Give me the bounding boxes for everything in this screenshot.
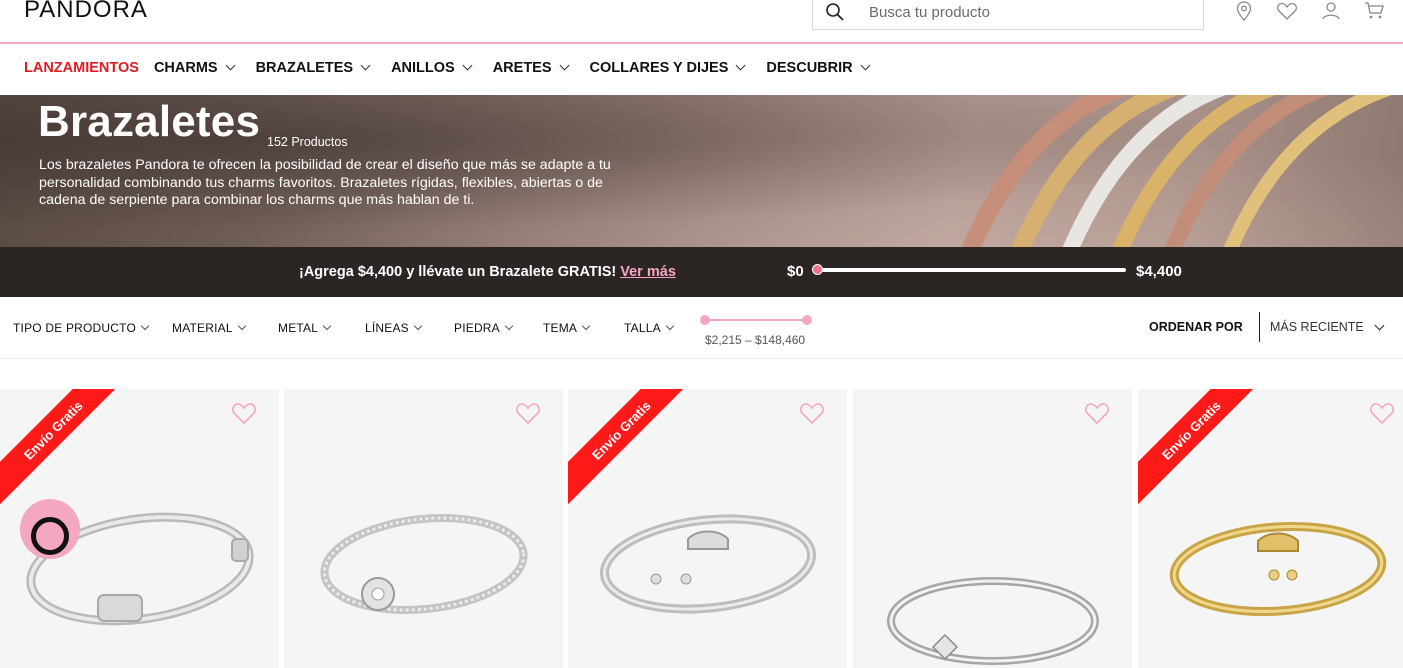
product-card[interactable] bbox=[284, 389, 563, 668]
chevron-down-icon bbox=[504, 321, 514, 331]
progress-min-label: $0 bbox=[787, 263, 804, 280]
promo-text: ¡Agrega $4,400 y llévate un Brazalete GR… bbox=[299, 264, 617, 280]
filter-material[interactable]: MATERIAL bbox=[172, 321, 246, 335]
wishlist-heart-icon[interactable] bbox=[799, 401, 825, 425]
progress-max-label: $4,400 bbox=[1136, 263, 1182, 280]
sort-select[interactable]: MÁS RECIENTE bbox=[1270, 320, 1364, 334]
top-header: PANDORA bbox=[0, 0, 1403, 44]
chevron-down-icon bbox=[665, 321, 675, 331]
logo-crown-icon bbox=[82, 0, 92, 3]
chevron-down-icon bbox=[462, 60, 473, 71]
nav-item-aretes[interactable]: ARETES bbox=[492, 58, 569, 78]
chevron-down-icon bbox=[225, 60, 236, 71]
filter-tema[interactable]: TEMA bbox=[543, 321, 591, 335]
filter-piedra[interactable]: PIEDRA bbox=[454, 321, 514, 335]
filter-talla[interactable]: TALLA bbox=[624, 321, 675, 335]
product-card[interactable] bbox=[853, 389, 1132, 668]
sort-label: ORDENAR POR bbox=[1149, 320, 1243, 334]
product-image bbox=[320, 514, 528, 614]
chevron-down-icon bbox=[360, 60, 371, 71]
free-gift-promo-bar: ¡Agrega $4,400 y llévate un Brazalete GR… bbox=[0, 247, 1403, 297]
pandora-o-badge bbox=[20, 499, 80, 559]
wishlist-heart-icon[interactable] bbox=[231, 401, 257, 425]
chevron-down-icon bbox=[735, 60, 746, 71]
wishlist-heart-icon[interactable] bbox=[1369, 401, 1395, 425]
promo-progress-track bbox=[816, 268, 1126, 272]
nav-label: ARETES bbox=[492, 60, 552, 76]
main-nav: LANZAMIENTOS CHARMS BRAZALETES ANILLOS A… bbox=[24, 58, 891, 78]
price-range-text: $2,215 – $148,460 bbox=[705, 333, 806, 347]
nav-label: BRAZALETES bbox=[255, 60, 354, 76]
chevron-down-icon bbox=[413, 321, 423, 331]
filter-label: MATERIAL bbox=[172, 321, 233, 335]
page-title: Brazaletes bbox=[38, 97, 261, 146]
hero-bangles-image bbox=[961, 95, 1393, 247]
filter-label: PIEDRA bbox=[454, 321, 500, 335]
nav-label: LANZAMIENTOS bbox=[24, 60, 139, 76]
filter-metal[interactable]: METAL bbox=[278, 321, 332, 335]
product-card[interactable]: Envío Gratis bbox=[0, 389, 279, 668]
cart-icon[interactable] bbox=[1363, 0, 1385, 22]
nav-label: CHARMS bbox=[153, 60, 218, 76]
location-icon[interactable] bbox=[1233, 0, 1255, 22]
promo-progress-knob bbox=[812, 264, 823, 275]
nav-item-lanzamientos[interactable]: LANZAMIENTOS bbox=[24, 58, 139, 78]
chevron-down-icon bbox=[322, 321, 332, 331]
search-bar[interactable] bbox=[812, 0, 1204, 30]
product-grid: Envío Gratis Envío Gratis Envío Gratis bbox=[0, 389, 1403, 668]
promo-message: ¡Agrega $4,400 y llévate un Brazalete GR… bbox=[299, 264, 676, 280]
price-range-track bbox=[704, 319, 808, 321]
nav-item-collares-y-dijes[interactable]: COLLARES Y DIJES bbox=[589, 58, 746, 78]
chevron-down-icon bbox=[237, 321, 246, 331]
filter-label: TEMA bbox=[543, 321, 578, 335]
pandora-logo[interactable]: PANDORA bbox=[24, 0, 148, 24]
filter-label: TIPO DE PRODUCTO bbox=[13, 321, 136, 335]
wishlist-heart-icon[interactable] bbox=[1084, 401, 1110, 425]
chevron-down-icon bbox=[860, 60, 871, 71]
nav-item-charms[interactable]: CHARMS bbox=[153, 58, 236, 78]
chevron-down-icon bbox=[140, 321, 150, 331]
nav-label: DESCUBRIR bbox=[766, 60, 853, 76]
filter-label: LÍNEAS bbox=[365, 321, 409, 335]
chevron-down-icon[interactable] bbox=[1374, 320, 1385, 331]
filter-label: METAL bbox=[278, 321, 319, 335]
filter-lineas[interactable]: LÍNEAS bbox=[365, 321, 423, 335]
product-card[interactable]: Envío Gratis bbox=[568, 389, 847, 668]
chevron-down-icon bbox=[581, 321, 591, 331]
category-hero-banner: Brazaletes 152 Productos Los brazaletes … bbox=[0, 95, 1403, 247]
sort-divider bbox=[1259, 312, 1260, 342]
heart-icon[interactable] bbox=[1276, 0, 1298, 22]
wishlist-heart-icon[interactable] bbox=[515, 401, 541, 425]
search-input[interactable] bbox=[869, 1, 1189, 23]
category-description: Los brazaletes Pandora te ofrecen la pos… bbox=[39, 157, 611, 208]
product-card[interactable]: Envío Gratis bbox=[1138, 389, 1403, 668]
nav-label: ANILLOS bbox=[391, 60, 455, 76]
user-icon[interactable] bbox=[1320, 0, 1342, 22]
search-icon[interactable] bbox=[825, 2, 845, 22]
filter-bar: TIPO DE PRODUCTO MATERIAL METAL LÍNEAS P… bbox=[0, 297, 1403, 359]
product-image bbox=[887, 577, 1099, 665]
price-range-max-handle[interactable] bbox=[802, 315, 812, 325]
chevron-down-icon bbox=[559, 60, 569, 71]
promo-ver-mas-link[interactable]: Ver más bbox=[620, 264, 676, 280]
filter-label: TALLA bbox=[624, 321, 661, 335]
nav-label: COLLARES Y DIJES bbox=[589, 60, 729, 76]
nav-item-descubrir[interactable]: DESCUBRIR bbox=[766, 58, 871, 78]
o-logo-icon bbox=[31, 517, 69, 555]
nav-item-brazaletes[interactable]: BRAZALETES bbox=[255, 58, 371, 78]
nav-item-anillos[interactable]: ANILLOS bbox=[391, 58, 473, 78]
product-count: 152 Productos bbox=[267, 135, 348, 149]
price-range-min-handle[interactable] bbox=[700, 315, 710, 325]
filter-tipo-de-producto[interactable]: TIPO DE PRODUCTO bbox=[13, 321, 150, 335]
price-range-slider[interactable] bbox=[700, 315, 812, 325]
